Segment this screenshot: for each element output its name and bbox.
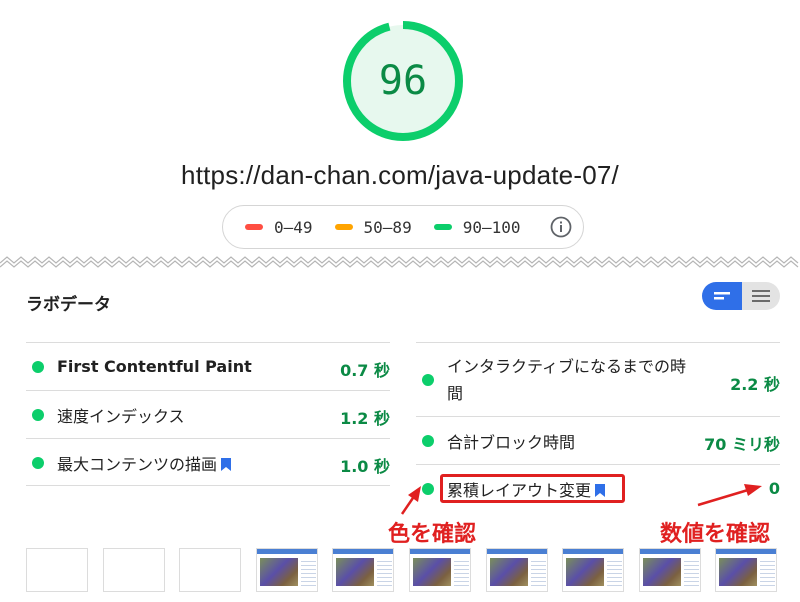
legend-label: 90–100 xyxy=(462,217,521,237)
filmstrip-frame-screenshot xyxy=(638,548,701,592)
thumbnail-side xyxy=(377,558,393,586)
metric-label-line1: インタラクティブになるまでの時 xyxy=(447,357,687,376)
legend-item-fail: 0–49 xyxy=(245,218,313,237)
legend-item-average: 50–89 xyxy=(334,217,412,237)
list-lines-icon xyxy=(752,290,770,302)
thumbnail-hdr xyxy=(563,549,624,554)
pass-status-icon xyxy=(422,483,434,495)
compact-view-button[interactable] xyxy=(702,282,742,310)
thumbnail-img xyxy=(719,558,758,586)
thumbnail-img xyxy=(566,558,605,586)
metric-speed-index: 速度インデックス 1.2 秒 xyxy=(26,390,390,438)
expanded-view-button[interactable] xyxy=(742,282,780,310)
lab-data-title: ラボデータ xyxy=(26,295,111,315)
filmstrip-frame-screenshot xyxy=(332,548,395,592)
thumbnail-side xyxy=(530,558,546,586)
metric-value: 1.2 秒 xyxy=(340,409,390,428)
zigzag-divider xyxy=(0,256,799,268)
metric-label: 最大コンテンツの描画 xyxy=(57,451,232,475)
info-icon[interactable] xyxy=(549,215,573,239)
filmstrip-frame-screenshot xyxy=(715,548,778,592)
arrow-line xyxy=(400,494,417,515)
thumbnail-hdr xyxy=(333,549,394,554)
bookmark-icon[interactable] xyxy=(221,458,232,471)
thumbnail-hdr xyxy=(256,549,317,554)
pass-status-icon xyxy=(32,409,44,421)
pass-status-icon xyxy=(32,457,44,469)
legend-label: 50–89 xyxy=(363,217,412,237)
metric-label: 合計ブロック時間 xyxy=(447,433,576,452)
filmstrip-frame-screenshot xyxy=(409,548,471,592)
metric-total-blocking-time: 合計ブロック時間 70 ミリ秒 xyxy=(416,416,780,464)
filmstrip-frame-blank xyxy=(102,548,165,592)
pass-status-icon xyxy=(422,374,434,386)
highlight-box xyxy=(440,474,625,503)
metric-value: 70 ミリ秒 xyxy=(704,435,780,454)
thumbnail-hdr xyxy=(486,549,547,554)
filmstrip-frame-screenshot xyxy=(485,548,548,592)
thumbnail-img xyxy=(413,558,451,586)
metric-label: インタラクティブになるまでの時間 xyxy=(447,353,686,407)
thumbnail-img xyxy=(642,558,681,586)
metric-value: 0 xyxy=(768,479,780,498)
annotation-check-value: 数値を確認 xyxy=(660,522,771,547)
thumbnail-img xyxy=(336,558,375,586)
thumbnail-side xyxy=(607,558,623,586)
tested-url: https://dan-chan.com/java-update-07/ xyxy=(181,160,619,190)
metric-first-contentful-paint: First Contentful Paint 0.7 秒 xyxy=(26,342,390,390)
metric-value: 1.0 秒 xyxy=(340,457,390,476)
metric-value: 2.2 秒 xyxy=(730,375,780,394)
orange-bar-icon xyxy=(334,224,353,230)
pass-status-icon xyxy=(422,435,434,447)
pass-status-icon xyxy=(32,361,44,373)
thumbnail-side xyxy=(454,558,469,586)
thumbnail-hdr xyxy=(716,549,777,554)
screenshot-filmstrip xyxy=(26,548,786,594)
metric-label: First Contentful Paint xyxy=(57,357,252,376)
thumbnail-hdr xyxy=(639,549,700,554)
thumbnail-hdr xyxy=(410,549,470,554)
view-toggle[interactable] xyxy=(702,282,780,310)
filmstrip-frame-screenshot xyxy=(255,548,318,592)
filmstrip-frame-blank xyxy=(26,548,88,592)
performance-score: 96 xyxy=(378,58,428,104)
thumbnail-img xyxy=(489,558,528,586)
green-bar-icon xyxy=(433,224,452,230)
metric-time-to-interactive: インタラクティブになるまでの時間 2.2 秒 xyxy=(416,342,780,416)
score-legend: 0–49 50–89 90–100 xyxy=(222,205,584,249)
metric-largest-contentful-paint: 最大コンテンツの描画 1.0 秒 xyxy=(26,438,390,486)
annotation-check-color: 色を確認 xyxy=(388,522,477,547)
red-bar-icon xyxy=(245,224,263,230)
metric-label-text: 最大コンテンツの描画 xyxy=(57,455,218,474)
thumbnail-side xyxy=(300,558,316,586)
thumbnail-side xyxy=(683,558,699,586)
filmstrip-frame-screenshot xyxy=(562,548,625,592)
metrics-column-left: First Contentful Paint 0.7 秒 速度インデックス 1.… xyxy=(26,342,390,486)
legend-label: 0–49 xyxy=(274,217,313,237)
metric-label: 速度インデックス xyxy=(57,407,185,426)
thumbnail-side xyxy=(760,558,776,586)
thumbnail-img xyxy=(259,558,298,586)
metric-value: 0.7 秒 xyxy=(340,361,390,380)
metric-label-line2: 間 xyxy=(447,384,464,403)
legend-item-pass: 90–100 xyxy=(433,217,521,237)
short-lines-icon xyxy=(714,292,730,300)
filmstrip-frame-blank xyxy=(179,548,242,592)
